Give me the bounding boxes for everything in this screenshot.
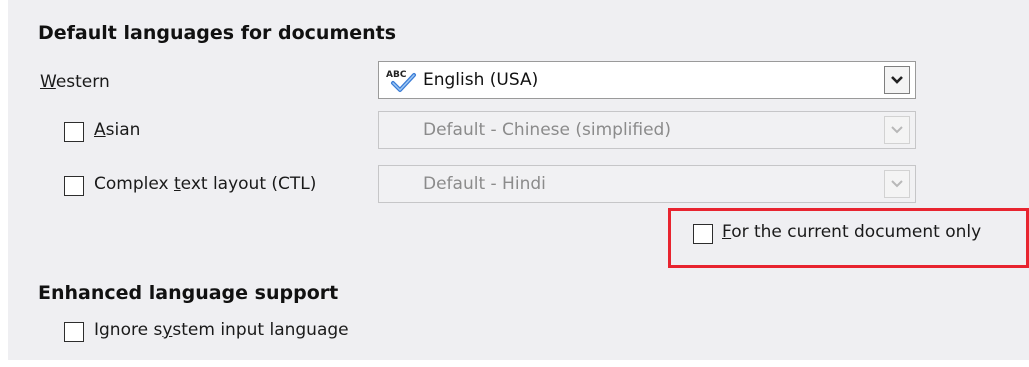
ctl-label: Complex text layout (CTL) (94, 174, 317, 194)
spellcheck-icon: ABC (386, 70, 416, 92)
current-document-only-mnemonic: F (722, 222, 732, 242)
western-language-select[interactable]: ABC English (USA) (378, 61, 916, 99)
asian-language-value: Default - Chinese (simplified) (423, 120, 671, 140)
asian-label-mnemonic: A (94, 120, 106, 140)
svg-text:ABC: ABC (386, 70, 407, 80)
western-label: Western (40, 72, 110, 92)
ctl-checkbox[interactable] (64, 176, 84, 196)
asian-checkbox[interactable] (64, 122, 84, 142)
chevron-down-icon (891, 76, 903, 84)
asian-language-select[interactable]: Default - Chinese (simplified) (378, 111, 916, 149)
chevron-down-icon (891, 180, 903, 188)
chevron-down-icon (891, 126, 903, 134)
ignore-system-input-label: Ignore system input language (94, 320, 349, 340)
ctl-label-mnemonic: t (173, 174, 181, 194)
western-language-value: English (USA) (423, 70, 539, 90)
current-document-only-checkbox[interactable] (693, 224, 713, 244)
ctl-language-value: Default - Hindi (423, 174, 546, 194)
ignore-system-input-checkbox[interactable] (64, 322, 84, 342)
default-languages-heading: Default languages for documents (38, 22, 397, 44)
current-document-only-label: For the current document only (722, 222, 982, 242)
western-label-mnemonic: W (40, 72, 56, 92)
enhanced-language-heading: Enhanced language support (38, 282, 339, 304)
ctl-dropdown-button[interactable] (884, 170, 910, 198)
asian-dropdown-button[interactable] (884, 116, 910, 144)
ignore-system-input-mnemonic: y (162, 320, 173, 340)
ctl-language-select[interactable]: Default - Hindi (378, 165, 916, 203)
asian-label: Asian (94, 120, 141, 140)
western-dropdown-button[interactable] (884, 66, 910, 94)
